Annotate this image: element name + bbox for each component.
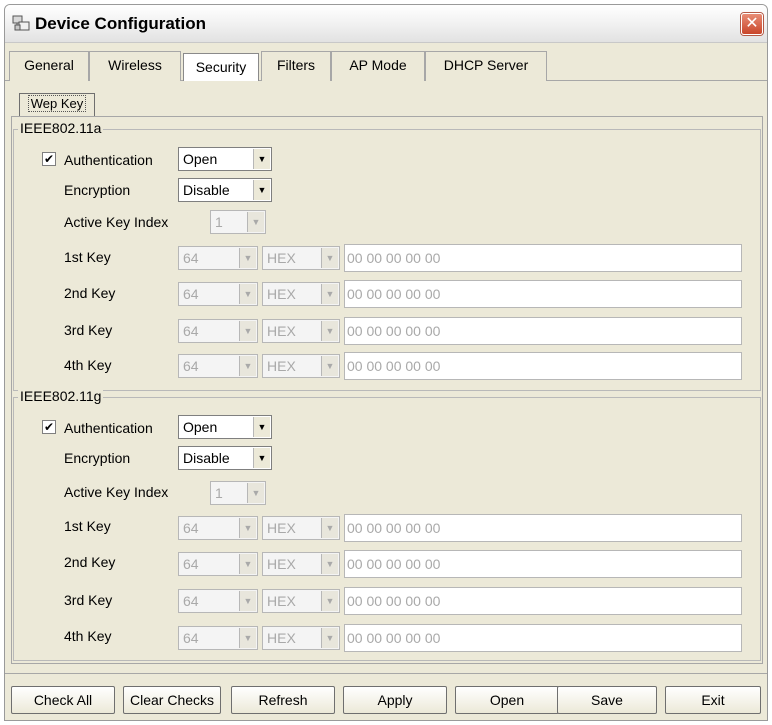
key-1-input[interactable]: 00 00 00 00 00: [344, 514, 742, 542]
encryption-select[interactable]: Disable ▼: [178, 446, 272, 470]
key-2-length-select[interactable]: 64 ▼: [178, 552, 258, 576]
close-icon: ✕: [745, 15, 759, 32]
tab-strip: General Wireless Security Filters AP Mod…: [5, 43, 767, 81]
chevron-down-icon[interactable]: ▼: [321, 628, 338, 648]
group-title: IEEE802.11g: [18, 388, 104, 404]
key-1-format-select[interactable]: HEX ▼: [262, 246, 340, 270]
key-4-label: 4th Key: [64, 628, 112, 644]
exit-button[interactable]: Exit: [665, 686, 761, 714]
authentication-label: Authentication: [64, 420, 153, 436]
key-4-input[interactable]: 00 00 00 00 00: [344, 624, 742, 652]
key-3-length-select[interactable]: 64 ▼: [178, 319, 258, 343]
tab-filters[interactable]: Filters: [261, 51, 331, 81]
active-key-index-label: Active Key Index: [64, 214, 169, 230]
save-button[interactable]: Save: [557, 686, 657, 714]
key-3-length-select[interactable]: 64 ▼: [178, 589, 258, 613]
chevron-down-icon[interactable]: ▼: [239, 284, 256, 304]
key-1-length-select[interactable]: 64 ▼: [178, 516, 258, 540]
key-3-input[interactable]: 00 00 00 00 00: [344, 317, 742, 345]
key-2-format-select[interactable]: HEX ▼: [262, 552, 340, 576]
chevron-down-icon[interactable]: ▼: [321, 248, 338, 268]
chevron-down-icon[interactable]: ▼: [239, 554, 256, 574]
network-config-icon: [12, 15, 30, 31]
button-bar: Check All Clear Checks Refresh Apply Ope…: [5, 673, 767, 720]
key-4-format-select[interactable]: HEX ▼: [262, 354, 340, 378]
tab-security[interactable]: Security: [183, 53, 259, 81]
device-configuration-window: Device Configuration ✕ General Wireless …: [4, 4, 768, 721]
chevron-down-icon[interactable]: ▼: [321, 356, 338, 376]
key-4-input[interactable]: 00 00 00 00 00: [344, 352, 742, 380]
clear-checks-button[interactable]: Clear Checks: [123, 686, 221, 714]
group-ieee80211g: IEEE802.11g ✔ Authentication Open ▼ Encr…: [13, 388, 761, 661]
chevron-down-icon[interactable]: ▼: [321, 284, 338, 304]
chevron-down-icon[interactable]: ▼: [239, 248, 256, 268]
chevron-down-icon[interactable]: ▼: [247, 212, 264, 232]
key-3-label: 3rd Key: [64, 592, 113, 608]
chevron-down-icon[interactable]: ▼: [253, 417, 270, 437]
chevron-down-icon[interactable]: ▼: [321, 518, 338, 538]
refresh-button[interactable]: Refresh: [231, 686, 335, 714]
chevron-down-icon[interactable]: ▼: [321, 591, 338, 611]
chevron-down-icon[interactable]: ▼: [239, 518, 256, 538]
key-3-format-select[interactable]: HEX ▼: [262, 319, 340, 343]
subtab-wep-key[interactable]: Wep Key: [19, 93, 95, 117]
key-1-label: 1st Key: [64, 518, 111, 534]
tab-wireless[interactable]: Wireless: [89, 51, 181, 81]
tab-dhcp-server[interactable]: DHCP Server: [425, 51, 547, 81]
chevron-down-icon[interactable]: ▼: [253, 448, 270, 468]
key-4-format-select[interactable]: HEX ▼: [262, 626, 340, 650]
tab-ap-mode[interactable]: AP Mode: [331, 51, 425, 81]
chevron-down-icon[interactable]: ▼: [253, 180, 270, 200]
key-4-length-select[interactable]: 64 ▼: [178, 626, 258, 650]
key-3-format-select[interactable]: HEX ▼: [262, 589, 340, 613]
title-bar[interactable]: Device Configuration ✕: [5, 5, 767, 43]
check-all-button[interactable]: Check All: [11, 686, 115, 714]
authentication-checkbox[interactable]: ✔: [42, 420, 56, 434]
key-2-format-select[interactable]: HEX ▼: [262, 282, 340, 306]
key-1-input[interactable]: 00 00 00 00 00: [344, 244, 742, 272]
key-3-input[interactable]: 00 00 00 00 00: [344, 587, 742, 615]
authentication-label: Authentication: [64, 152, 153, 168]
active-key-index-label: Active Key Index: [64, 484, 169, 500]
group-title: IEEE802.11a: [18, 120, 104, 136]
apply-button[interactable]: Apply: [343, 686, 447, 714]
key-2-length-select[interactable]: 64 ▼: [178, 282, 258, 306]
key-1-length-select[interactable]: 64 ▼: [178, 246, 258, 270]
chevron-down-icon[interactable]: ▼: [321, 321, 338, 341]
key-1-label: 1st Key: [64, 249, 111, 265]
key-1-format-select[interactable]: HEX ▼: [262, 516, 340, 540]
key-3-label: 3rd Key: [64, 322, 113, 338]
authentication-select[interactable]: Open ▼: [178, 415, 272, 439]
authentication-select[interactable]: Open ▼: [178, 147, 272, 171]
chevron-down-icon[interactable]: ▼: [247, 483, 264, 503]
key-2-input[interactable]: 00 00 00 00 00: [344, 280, 742, 308]
chevron-down-icon[interactable]: ▼: [321, 554, 338, 574]
encryption-label: Encryption: [64, 450, 131, 466]
encryption-label: Encryption: [64, 182, 131, 198]
chevron-down-icon[interactable]: ▼: [239, 628, 256, 648]
window-title: Device Configuration: [35, 14, 206, 33]
authentication-checkbox[interactable]: ✔: [42, 152, 56, 166]
key-2-input[interactable]: 00 00 00 00 00: [344, 550, 742, 578]
chevron-down-icon[interactable]: ▼: [239, 356, 256, 376]
close-button[interactable]: ✕: [741, 13, 763, 35]
chevron-down-icon[interactable]: ▼: [253, 149, 270, 169]
key-2-label: 2nd Key: [64, 285, 116, 301]
chevron-down-icon[interactable]: ▼: [239, 591, 256, 611]
open-button[interactable]: Open: [455, 686, 559, 714]
key-2-label: 2nd Key: [64, 554, 116, 570]
encryption-select[interactable]: Disable ▼: [178, 178, 272, 202]
key-4-length-select[interactable]: 64 ▼: [178, 354, 258, 378]
group-ieee80211a: IEEE802.11a ✔ Authentication Open ▼ Encr…: [13, 120, 761, 391]
active-key-index-select[interactable]: 1 ▼: [210, 481, 266, 505]
key-4-label: 4th Key: [64, 357, 112, 373]
chevron-down-icon[interactable]: ▼: [239, 321, 256, 341]
tab-general[interactable]: General: [9, 51, 89, 81]
active-key-index-select[interactable]: 1 ▼: [210, 210, 266, 234]
